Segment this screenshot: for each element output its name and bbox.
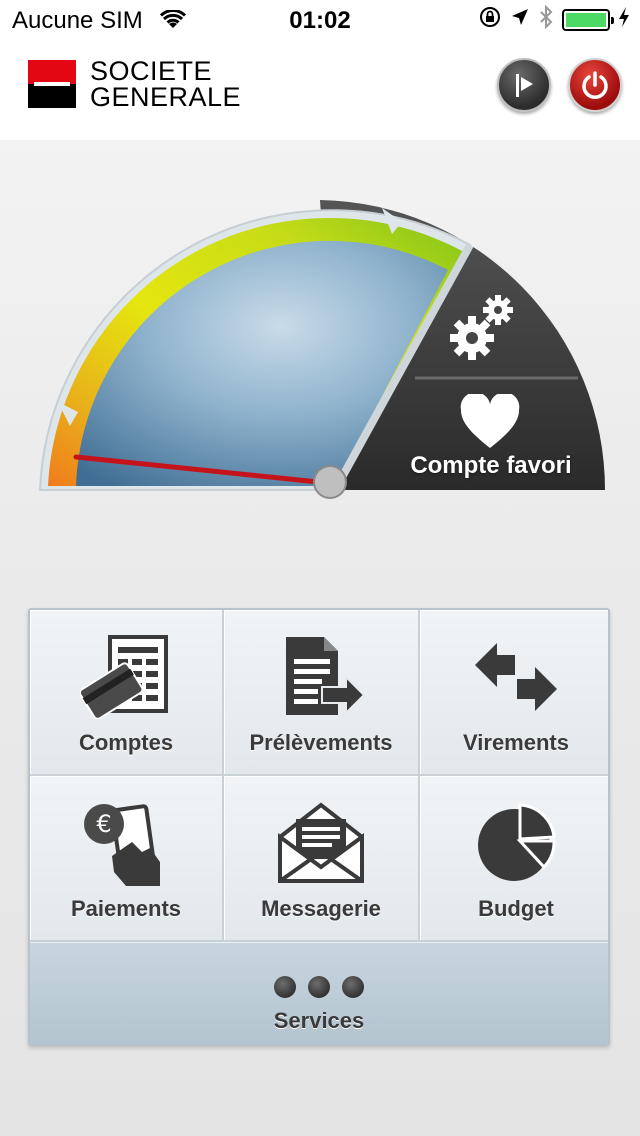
menu-item-label: Paiements: [70, 896, 182, 921]
brand-line-1: SOCIETE: [90, 56, 213, 86]
battery-icon: [562, 9, 614, 31]
transfer-arrows-icon: [475, 643, 557, 711]
charging-icon: [618, 6, 630, 35]
menu-item-label: Prélèvements: [249, 730, 393, 755]
more-dots-icon: [30, 976, 608, 998]
main-menu: Comptes Prélèvements Virements € Paiemen…: [28, 608, 610, 1046]
menu-item-services[interactable]: Services: [30, 942, 608, 1044]
menu-item-label: Messagerie: [261, 896, 381, 921]
menu-item-virements[interactable]: Virements: [420, 610, 608, 776]
balance-gauge: Compte favori: [30, 190, 620, 510]
payment-euro-icon: €: [84, 804, 160, 886]
envelope-icon: [278, 802, 364, 883]
heart-icon: [460, 394, 520, 448]
flag-play-icon: [516, 74, 533, 97]
menu-item-comptes[interactable]: Comptes: [30, 610, 224, 776]
gears-icon: [450, 295, 513, 360]
menu-item-prelevements[interactable]: Prélèvements: [224, 610, 420, 776]
menu-item-label: Budget: [478, 896, 554, 921]
settings-button[interactable]: [440, 290, 520, 370]
menu-item-paiements[interactable]: € Paiements: [30, 776, 224, 942]
location-icon: [510, 6, 530, 34]
brand-line-2: GENERALE: [90, 82, 242, 112]
power-icon: [582, 71, 608, 99]
app-header: SOCIETE GENERALE: [0, 40, 640, 140]
accounts-icon: [80, 635, 168, 719]
orientation-lock-icon: [478, 5, 502, 36]
bluetooth-icon: [538, 4, 554, 36]
flag-button[interactable]: [497, 58, 551, 112]
favorite-account-label: Compte favori: [410, 452, 572, 479]
menu-item-label: Services: [273, 1008, 365, 1033]
direct-debit-icon: [286, 637, 366, 716]
pie-chart-icon: [478, 803, 556, 881]
menu-item-budget[interactable]: Budget: [420, 776, 608, 942]
menu-item-label: Virements: [463, 730, 569, 755]
status-bar: Aucune SIM 01:02: [0, 0, 640, 40]
menu-item-messagerie[interactable]: Messagerie: [224, 776, 420, 942]
svg-text:€: €: [96, 810, 111, 838]
menu-item-label: Comptes: [78, 730, 174, 755]
brand-logo-icon: [28, 60, 76, 108]
brand-name: SOCIETE GENERALE: [90, 56, 242, 112]
power-button[interactable]: [568, 58, 622, 112]
